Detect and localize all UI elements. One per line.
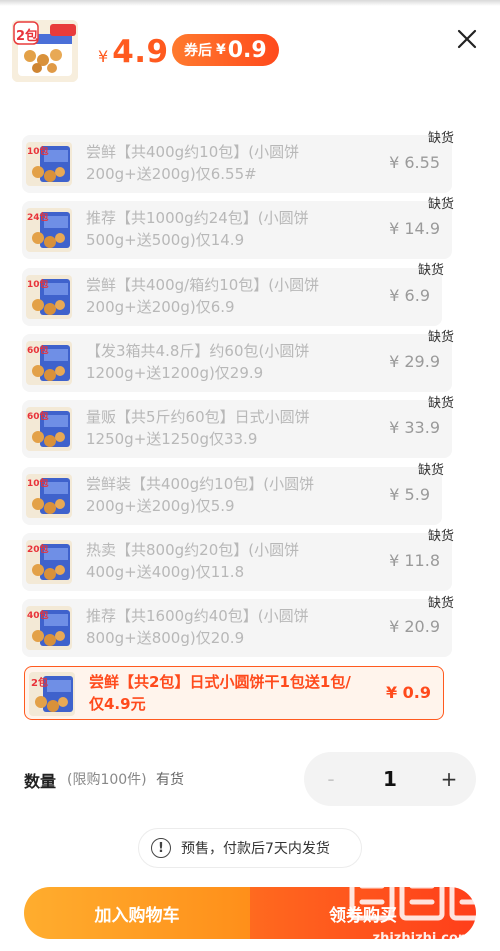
- option-price: ¥ 29.9: [389, 352, 440, 371]
- coupon-price: 0.9: [227, 37, 267, 63]
- option-thumbnail: 10包: [26, 275, 72, 319]
- increment-button[interactable]: +: [422, 752, 476, 806]
- option-title: 热卖【共800g约20包】(小圆饼 400g+送400g)仅11.8: [86, 541, 300, 581]
- option-badge: 10包: [27, 147, 49, 157]
- close-button[interactable]: [454, 26, 480, 52]
- option-badge: 60包: [27, 412, 49, 422]
- option-thumbnail: 40包: [26, 606, 72, 650]
- option-price: ¥ 20.9: [389, 617, 440, 636]
- option-thumbnail: 20包: [26, 540, 72, 584]
- option-badge: 2包: [31, 678, 48, 689]
- option-title: 尝鲜装【共400g约10包】(小圆饼 200g+送200g)仅5.9: [86, 475, 315, 515]
- option-thumbnail: 60包: [26, 341, 72, 385]
- current-price: ¥ 4.9: [98, 34, 169, 70]
- option-thumbnail: 10包: [26, 474, 72, 518]
- option-price: ¥ 14.9: [389, 219, 440, 238]
- option-title: 量贩【共5斤约60包】日式小圆饼 1250g+送1250g仅33.9: [86, 408, 310, 448]
- quantity-stepper: - 1 +: [304, 752, 476, 806]
- out-of-stock-tag: 缺货: [428, 529, 455, 544]
- coupon-label: 券后: [184, 43, 212, 59]
- option-price: ¥ 0.9: [385, 683, 431, 702]
- option-title: 尝鲜【共400g约10包】(小圆饼 200g+送200g)仅6.55#: [86, 143, 300, 183]
- option-price: ¥ 6.55: [389, 153, 440, 172]
- option-badge: 20包: [27, 545, 49, 555]
- decrement-button[interactable]: -: [304, 752, 358, 806]
- out-of-stock-tag: 缺货: [428, 131, 455, 146]
- out-of-stock-tag: 缺货: [428, 596, 455, 611]
- sku-option-2[interactable]: 24包 推荐【共1000g约24包】(小圆饼 500g+送500g)仅14.9 …: [22, 201, 452, 259]
- option-title: 推荐【共1000g约24包】(小圆饼 500g+送500g)仅14.9: [86, 209, 309, 249]
- option-price: ¥ 33.9: [389, 418, 440, 437]
- close-icon: [457, 29, 477, 49]
- option-title: 尝鲜【共2包】日式小圆饼干1包送1包/ 仅4.9元: [89, 673, 351, 713]
- sku-option-7[interactable]: 20包 热卖【共800g约20包】(小圆饼 400g+送400g)仅11.8 ¥…: [22, 533, 452, 591]
- sku-option-3[interactable]: 10包 尝鲜【共400g/箱约10包】(小圆饼 200g+送200g)仅6.9 …: [22, 268, 442, 326]
- sku-option-4[interactable]: 60包 【发3箱共4.8斤】约60包(小圆饼 1200g+送1200g)仅29.…: [22, 334, 452, 392]
- quantity-label: 数量: [24, 772, 57, 791]
- sku-option-8[interactable]: 40包 推荐【共1600g约40包】(小圆饼 800g+送800g)仅20.9 …: [22, 599, 452, 657]
- coupon-price-badge: 券后 ¥ 0.9: [172, 34, 279, 66]
- option-badge: 40包: [27, 611, 49, 621]
- option-thumbnail: 10包: [26, 142, 72, 186]
- exclamation-icon: !: [151, 838, 171, 858]
- option-title: 尝鲜【共400g/箱约10包】(小圆饼 200g+送200g)仅6.9: [86, 276, 320, 316]
- sku-option-1[interactable]: 10包 尝鲜【共400g约10包】(小圆饼 200g+送200g)仅6.55# …: [22, 135, 452, 193]
- sku-option-5[interactable]: 60包 量贩【共5斤约60包】日式小圆饼 1250g+送1250g仅33.9 ¥…: [22, 400, 452, 458]
- stock-status: 有货: [156, 772, 184, 788]
- quantity-value[interactable]: 1: [358, 752, 422, 806]
- option-price: ¥ 5.9: [389, 485, 430, 504]
- presale-notice: ! 预售，付款后7天内发货: [138, 828, 362, 868]
- option-thumbnail: 60包: [26, 407, 72, 451]
- option-thumbnail: 2包: [29, 672, 75, 716]
- coupon-currency: ¥: [216, 42, 226, 58]
- option-thumbnail: 24包: [26, 208, 72, 252]
- option-badge: 24包: [27, 213, 49, 223]
- currency-symbol: ¥: [98, 47, 109, 66]
- option-title: 【发3箱共4.8斤】约60包(小圆饼 1200g+送1200g)仅29.9: [86, 342, 310, 382]
- product-thumbnail: 2包: [12, 20, 78, 82]
- out-of-stock-tag: 缺货: [418, 463, 445, 478]
- option-price: ¥ 11.8: [389, 551, 440, 570]
- out-of-stock-tag: 缺货: [428, 330, 455, 345]
- sku-option-6[interactable]: 10包 尝鲜装【共400g约10包】(小圆饼 200g+送200g)仅5.9 ¥…: [22, 467, 442, 525]
- price-value: 4.9: [112, 34, 169, 70]
- top-shadow: [0, 0, 500, 6]
- buy-with-coupon-button[interactable]: 领券购买: [250, 887, 476, 939]
- thumbnail-badge: 2包: [16, 29, 39, 44]
- option-price: ¥ 6.9: [389, 286, 430, 305]
- notice-text: 预售，付款后7天内发货: [181, 841, 330, 857]
- out-of-stock-tag: 缺货: [418, 263, 445, 278]
- out-of-stock-tag: 缺货: [428, 396, 455, 411]
- add-to-cart-button[interactable]: 加入购物车: [24, 887, 250, 939]
- option-title: 推荐【共1600g约40包】(小圆饼 800g+送800g)仅20.9: [86, 607, 309, 647]
- option-badge: 10包: [27, 479, 49, 489]
- out-of-stock-tag: 缺货: [428, 197, 455, 212]
- option-badge: 10包: [27, 280, 49, 290]
- sku-option-selected[interactable]: 2包 尝鲜【共2包】日式小圆饼干1包送1包/ 仅4.9元 ¥ 0.9: [24, 666, 444, 720]
- option-badge: 60包: [27, 346, 49, 356]
- purchase-limit: (限购100件): [67, 772, 147, 788]
